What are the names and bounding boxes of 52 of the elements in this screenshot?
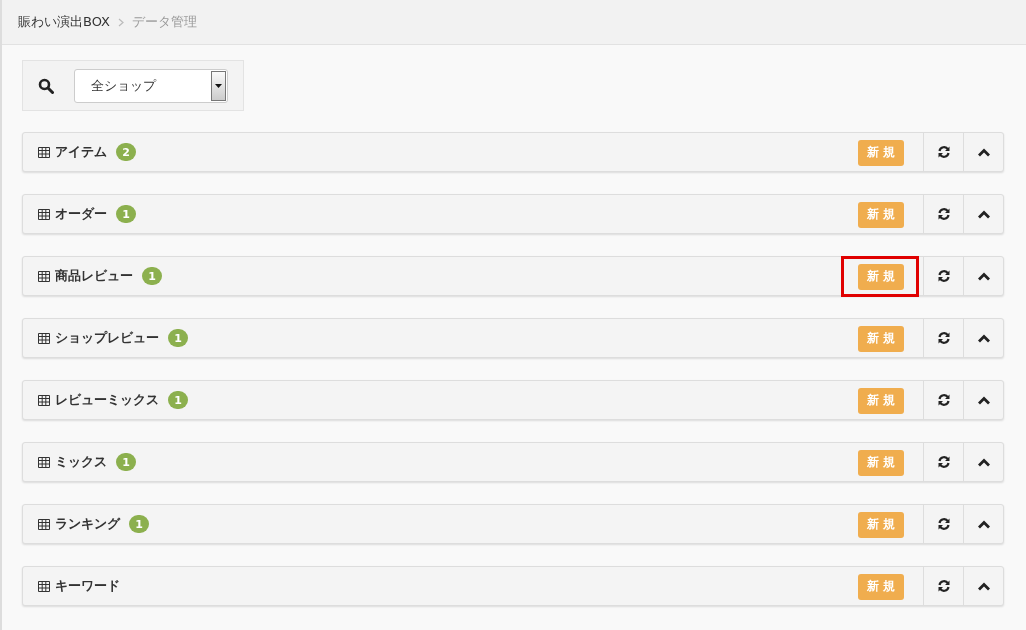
refresh-icon bbox=[936, 579, 951, 593]
panel-title: レビューミックス bbox=[55, 391, 159, 409]
refresh-icon bbox=[936, 207, 951, 221]
chevron-up-icon bbox=[976, 271, 991, 281]
refresh-icon bbox=[936, 393, 951, 407]
new-button[interactable]: 新 規 bbox=[857, 201, 904, 228]
new-button[interactable]: 新 規 bbox=[857, 573, 904, 600]
caret-icon bbox=[211, 70, 226, 101]
refresh-icon bbox=[936, 145, 951, 159]
refresh-icon bbox=[936, 269, 951, 283]
table-icon bbox=[38, 518, 50, 530]
table-icon bbox=[38, 146, 50, 158]
shop-dropdown[interactable]: 全ショップ bbox=[74, 68, 228, 103]
chevron-up-icon bbox=[976, 581, 991, 591]
count-badge: 1 bbox=[116, 205, 136, 223]
count-badge: 1 bbox=[168, 329, 188, 347]
chevron-up-icon bbox=[976, 147, 991, 157]
table-icon bbox=[38, 580, 50, 592]
count-badge: 1 bbox=[116, 453, 136, 471]
count-badge: 1 bbox=[142, 267, 162, 285]
table-icon bbox=[38, 270, 50, 282]
panel-title: ショップレビュー bbox=[55, 329, 159, 347]
new-button[interactable]: 新 規 bbox=[857, 511, 904, 538]
new-button[interactable]: 新 規 bbox=[857, 449, 904, 476]
refresh-icon bbox=[936, 331, 951, 345]
chevron-up-icon bbox=[976, 395, 991, 405]
count-badge: 2 bbox=[116, 143, 136, 161]
panel-title: 商品レビュー bbox=[55, 267, 133, 285]
refresh-icon bbox=[936, 517, 951, 531]
table-icon bbox=[38, 394, 50, 406]
panel-title: ミックス bbox=[55, 453, 107, 471]
chevron-up-icon bbox=[976, 333, 991, 343]
chevron-up-icon bbox=[976, 519, 991, 529]
panel-title: オーダー bbox=[55, 205, 107, 223]
new-button[interactable]: 新 規 bbox=[857, 263, 904, 290]
panel-title: キーワード bbox=[55, 577, 120, 595]
panel-title: ランキング bbox=[55, 515, 120, 533]
new-button[interactable]: 新 規 bbox=[857, 387, 904, 414]
chevron-up-icon bbox=[976, 209, 991, 219]
count-badge: 1 bbox=[168, 391, 188, 409]
breadcrumb-item[interactable]: 賑わい演出BOX bbox=[18, 13, 110, 31]
panel-title: アイテム bbox=[55, 143, 107, 161]
refresh-icon bbox=[936, 455, 951, 469]
search-icon bbox=[38, 77, 54, 94]
table-icon bbox=[38, 208, 50, 220]
chevron-up-icon bbox=[976, 457, 991, 467]
table-icon bbox=[38, 332, 50, 344]
count-badge: 1 bbox=[129, 515, 149, 533]
new-button[interactable]: 新 規 bbox=[857, 139, 904, 166]
breadcrumb-item: データ管理 bbox=[132, 13, 197, 31]
new-button[interactable]: 新 規 bbox=[857, 325, 904, 352]
table-icon bbox=[38, 456, 50, 468]
